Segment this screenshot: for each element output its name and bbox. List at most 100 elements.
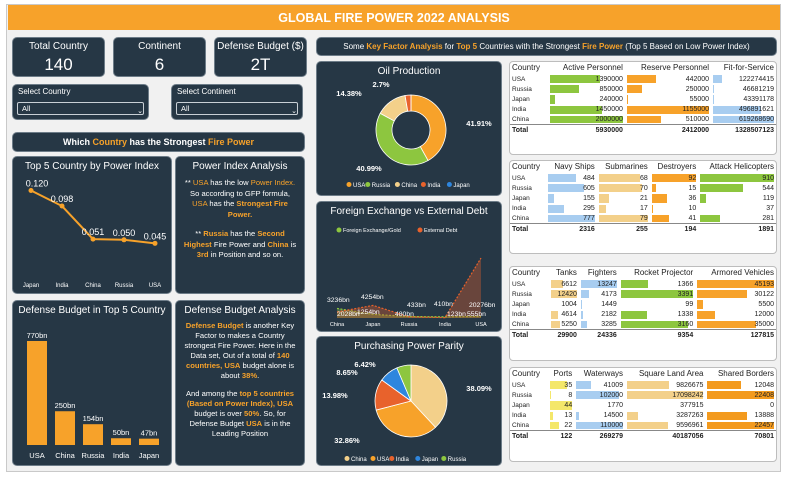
column-header[interactable]: Fit-for-Service: [711, 62, 776, 74]
country-cell: Russia: [512, 85, 532, 93]
country-cell: China: [512, 116, 529, 124]
data-bar: [550, 320, 560, 329]
select-continent-slicer[interactable]: Select Continent All ⌄: [171, 84, 303, 120]
table-row[interactable]: China 5250 3285 3160 35000: [510, 320, 776, 330]
table-row[interactable]: Russia 850000 250000 46681219: [510, 84, 776, 94]
column-header[interactable]: Country: [510, 161, 546, 173]
data-bar: [700, 214, 721, 223]
data-bar: [550, 105, 602, 114]
country-cell: India: [512, 205, 527, 213]
cell-value: 1770: [607, 401, 624, 409]
table-row[interactable]: China 2000000 510000 619268690: [510, 115, 776, 125]
cell-value: 1338: [677, 311, 694, 319]
data-bar: [700, 184, 743, 193]
table-row[interactable]: Japan 155 21 36 119: [510, 193, 776, 203]
data-label: 2.7%: [372, 80, 389, 89]
banner-highlight: Top 5: [456, 42, 478, 51]
column-header[interactable]: Square Land Area: [625, 368, 705, 380]
table-row[interactable]: China 22 110000 9596961 22457: [510, 421, 776, 431]
table-row[interactable]: Japan 44 1770 377915 0: [510, 400, 776, 410]
table-row[interactable]: USA 35 41009 9826675 12048: [510, 380, 776, 390]
country-cell: China: [512, 321, 529, 329]
data-label: 3236bn: [327, 297, 350, 304]
column-header[interactable]: Ports: [548, 368, 575, 380]
data-bar: [713, 95, 714, 104]
table-row[interactable]: USA 1390000 442000 122274415: [510, 74, 776, 84]
column-header[interactable]: Waterways: [574, 368, 625, 380]
chevron-down-icon[interactable]: ⌄: [137, 107, 143, 115]
text: has the: [228, 229, 258, 238]
data-bar: [576, 381, 592, 390]
defense-analysis-text-1: Defense Budget is another Key Factor to …: [176, 321, 304, 381]
table-row[interactable]: India 13 14500 3287263 13888: [510, 411, 776, 421]
cell-value: 12420: [557, 290, 577, 298]
table-row[interactable]: USA 6612 13247 1366 45193: [510, 279, 776, 289]
data-bar: [550, 95, 556, 104]
data-bar: [580, 290, 590, 299]
table-row[interactable]: Japan 1004 1449 99 5500: [510, 299, 776, 309]
column-header[interactable]: Destroyers: [650, 161, 698, 173]
value-cell: 35000: [695, 320, 776, 330]
table-row[interactable]: Japan 240000 55000 43391178: [510, 94, 776, 104]
value-cell: 79: [597, 214, 650, 224]
column-header[interactable]: Submarines: [597, 161, 650, 173]
cell-value: 9826675: [676, 381, 704, 389]
total-row: Total 29900 24336 9354 127815: [510, 329, 776, 341]
legend-marker: [346, 182, 352, 187]
data-bar: [651, 194, 667, 203]
country-cell: India: [512, 412, 527, 420]
analysis-title: Defense Budget Analysis: [184, 305, 296, 316]
legend-marker: [417, 227, 423, 233]
column-header[interactable]: Attack Helicopters: [698, 161, 776, 173]
column-header[interactable]: Country: [510, 368, 548, 380]
table-row[interactable]: India 295 17 10 37: [510, 204, 776, 214]
value-cell: 22408: [705, 390, 776, 400]
highlight: Power Index.: [250, 178, 296, 187]
legend-marker: [370, 456, 376, 461]
column-header[interactable]: Rocket Projector: [619, 267, 695, 279]
country-dropdown[interactable]: All: [17, 102, 144, 115]
table-row[interactable]: Russia 8 102000 17098242 22408: [510, 390, 776, 400]
data-bar: [651, 204, 654, 213]
select-country-slicer[interactable]: Select Country All ⌄: [12, 84, 149, 120]
data-bar: [550, 75, 600, 84]
column-header[interactable]: Fighters: [579, 267, 619, 279]
ppp-card: Purchasing Power Parity 38.09% 32.86% 13.9…: [316, 336, 502, 466]
table-row[interactable]: India 1450000 1155000 496891621: [510, 105, 776, 115]
total-label: Total: [510, 223, 547, 235]
data-bar: [697, 320, 756, 329]
country-cell: USA: [512, 280, 526, 288]
table-row[interactable]: China 777 79 41 281: [510, 214, 776, 224]
column-header[interactable]: Reserve Personnel: [625, 62, 711, 74]
column-header[interactable]: Country: [510, 62, 548, 74]
column-header[interactable]: Country: [510, 267, 549, 279]
value-cell: 46681219: [711, 84, 776, 94]
table-row[interactable]: USA 484 68 92 910: [510, 173, 776, 183]
country-cell: China: [512, 422, 529, 430]
value-cell: 41: [650, 214, 698, 224]
banner-highlight: Key Factor Analysis: [366, 42, 443, 51]
column-header[interactable]: Tanks: [549, 267, 579, 279]
banner-text: Some: [343, 42, 367, 51]
column-header[interactable]: Navy Ships: [546, 161, 596, 173]
continent-dropdown[interactable]: All: [176, 102, 298, 115]
ppp-pie-chart: 38.09% 32.86% 13.98% 8.65%6.42% China USA Indi…: [322, 360, 492, 463]
value-cell: 43391178: [711, 94, 776, 104]
cell-value: 619268690: [738, 116, 774, 124]
personnel-table-card: Country Active Personnel Reserve Personnel…: [509, 61, 777, 155]
table-row[interactable]: India 4614 2182 1338 12000: [510, 310, 776, 320]
chevron-down-icon[interactable]: ⌄: [291, 107, 297, 115]
total-value: 2412000: [624, 124, 712, 136]
text: Fire Power and: [211, 239, 268, 249]
cell-value: 2000000: [595, 116, 623, 124]
column-header[interactable]: Armored Vehicles: [695, 267, 776, 279]
data-bar: [627, 421, 669, 430]
column-header[interactable]: Shared Borders: [705, 368, 776, 380]
value-cell: 13247: [579, 279, 619, 289]
column-header[interactable]: Active Personnel: [548, 62, 625, 74]
data-bar: [548, 184, 584, 193]
dashboard-title: GLOBAL FIRE POWER 2022 ANALYSIS: [8, 5, 780, 30]
table-row[interactable]: Russia 12420 4173 3391 30122: [510, 289, 776, 299]
power-index-line-chart: 0.120 Japan 0.098 India 0.051 China 0.050 Russi…: [23, 179, 166, 289]
table-row[interactable]: Russia 605 70 15 544: [510, 183, 776, 193]
